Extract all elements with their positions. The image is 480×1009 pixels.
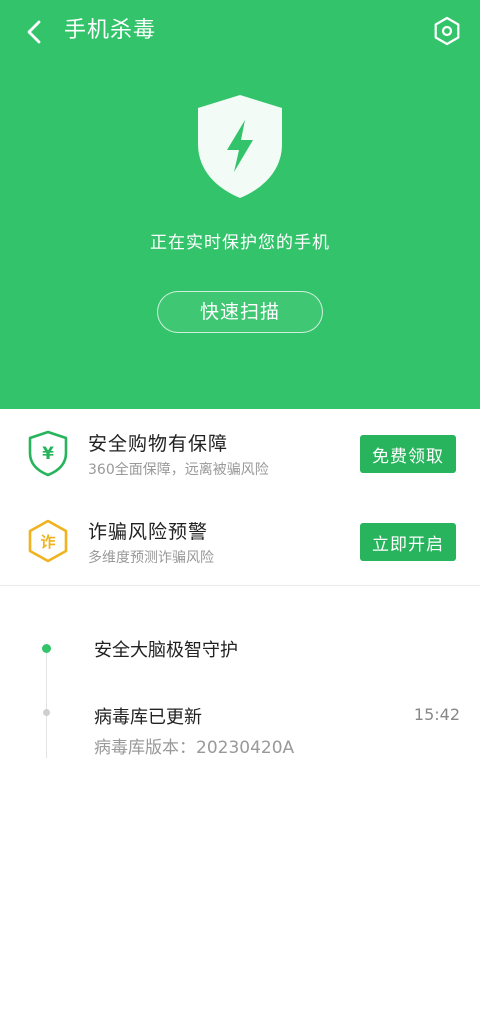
timeline-dot-inactive — [43, 709, 50, 716]
timeline-item-title: 病毒库已更新 — [94, 707, 202, 728]
enable-now-button[interactable]: 立即开启 — [360, 523, 456, 561]
virus-db-version: 病毒库版本：20230420A — [94, 738, 295, 758]
shield-lightning-icon — [192, 92, 288, 200]
timeline-item-time: 15:42 — [413, 705, 460, 724]
page-title: 手机杀毒 — [64, 18, 157, 43]
card-title: 诈骗风险预警 — [88, 521, 209, 543]
timeline-dot-active — [42, 644, 51, 653]
feature-cards: ¥ 安全购物有保障 360全面保障，远离被骗风险 免费领取 诈 诈骗风险预警 多… — [0, 409, 480, 585]
hexagon-fraud-icon: 诈 — [26, 517, 70, 565]
chevron-left-icon — [27, 20, 41, 44]
card-subtitle: 多维度预测诈骗风险 — [88, 550, 214, 566]
status-timeline: 安全大脑极智守护 病毒库已更新 15:42 病毒库版本：20230420A — [0, 586, 480, 1009]
shield-yen-icon: ¥ — [26, 429, 70, 477]
settings-button[interactable] — [430, 14, 464, 48]
claim-free-button[interactable]: 免费领取 — [360, 435, 456, 473]
quick-scan-button[interactable]: 快速扫描 — [157, 291, 323, 333]
hero-panel: 手机杀毒 正在实时保护您的手机 快速扫描 — [0, 0, 480, 409]
card-title: 安全购物有保障 — [88, 433, 229, 455]
card-fraud-warning: 诈 诈骗风险预警 多维度预测诈骗风险 立即开启 — [0, 497, 480, 585]
svg-text:诈: 诈 — [40, 533, 55, 551]
hexagon-settings-icon — [434, 16, 460, 46]
card-subtitle: 360全面保障，远离被骗风险 — [88, 462, 269, 478]
card-safe-shopping: ¥ 安全购物有保障 360全面保障，远离被骗风险 免费领取 — [0, 409, 480, 497]
protection-status-text: 正在实时保护您的手机 — [150, 233, 330, 253]
svg-text:¥: ¥ — [42, 444, 54, 464]
timeline-item-title: 安全大脑极智守护 — [94, 640, 238, 661]
back-button[interactable] — [18, 16, 50, 48]
timeline-line — [46, 648, 47, 758]
